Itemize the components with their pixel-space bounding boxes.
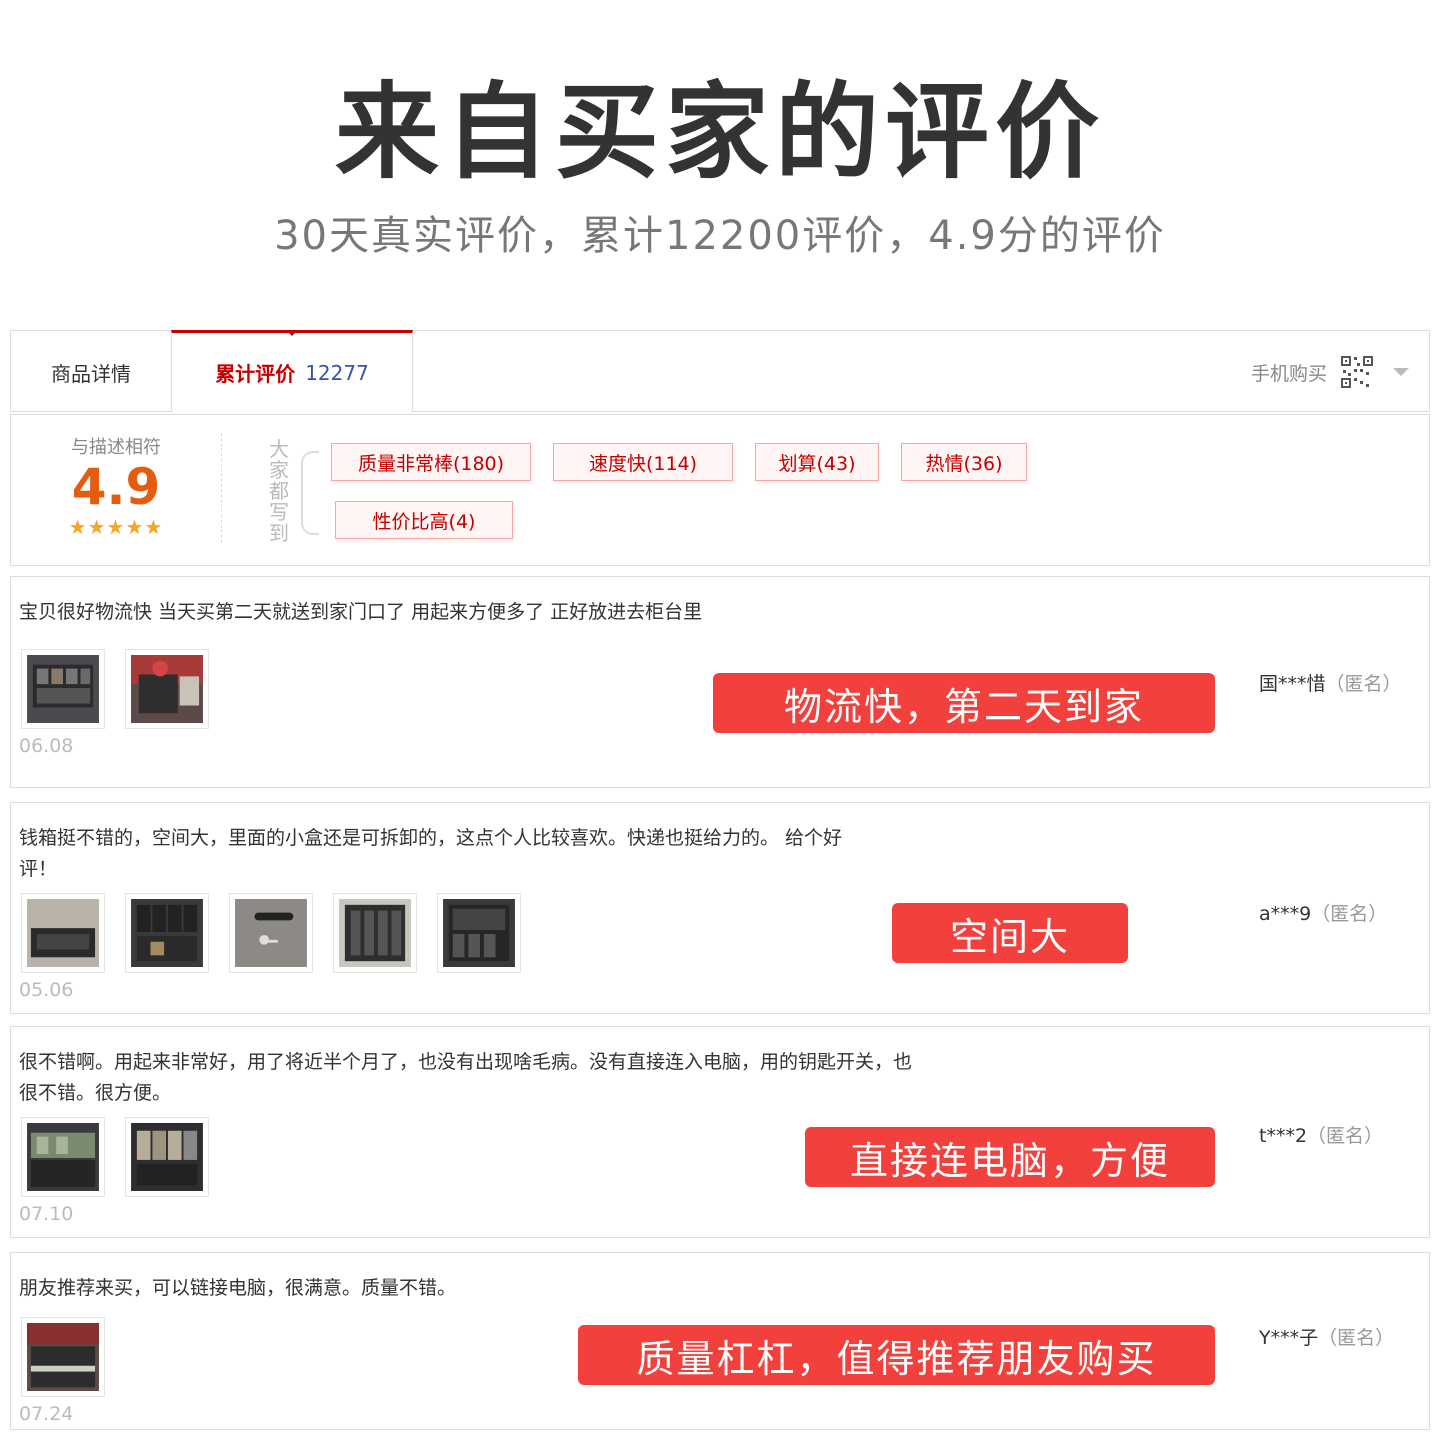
active-tab-caret-icon [286, 330, 298, 336]
review-text: 钱箱挺不错的，空间大，里面的小盒还是可拆卸的，这点个人比较喜欢。快递也挺给力的。… [19, 827, 843, 880]
review-photo[interactable] [125, 649, 209, 729]
cash-drawer-photo [131, 1123, 203, 1191]
reviewer-anonymous: （匿名） [1318, 1327, 1395, 1349]
reviewer-anonymous: （匿名） [1307, 1125, 1384, 1147]
tab-bar: 商品详情 累计评价 12277 手机购买 [10, 330, 1430, 412]
review-thumbnails [21, 649, 209, 729]
brace-decoration [301, 451, 319, 535]
review-thumbnails [21, 893, 521, 973]
review-highlight-banner: 空间大 [892, 903, 1128, 963]
tab-reviews-count: 12277 [305, 360, 369, 385]
review-highlight-banner: 直接连电脑，方便 [805, 1127, 1215, 1187]
reviewer-nickname: 国***惜 [1259, 673, 1326, 695]
cash-drawer-photo [131, 655, 203, 723]
mobile-buy-label: 手机购买 [1250, 362, 1327, 385]
cash-drawer-photo [339, 899, 411, 967]
cash-drawer-photo [27, 655, 99, 723]
rating-summary: 与描述相符 4.9 ★★★★★ 大家都写到 质量非常棒(180) 速度快(114… [10, 414, 1430, 566]
review-tag[interactable]: 性价比高(4) [335, 501, 513, 539]
review-date: 07.10 [19, 1203, 74, 1225]
review-photo[interactable] [333, 893, 417, 973]
review-item: 朋友推荐来买，可以链接电脑，很满意。质量不错。 07.24 质量杠杠，值得推荐朋… [10, 1252, 1430, 1430]
review-date: 05.06 [19, 979, 74, 1001]
review-thumbnails [21, 1117, 209, 1197]
reviewer-name: 国***惜（匿名） [1259, 669, 1402, 696]
review-item: 宝贝很好物流快 当天买第二天就送到家门口了 用起来方便多了 正好放进去柜台里 0… [10, 576, 1430, 788]
review-photo[interactable] [21, 893, 105, 973]
tags-side-label: 大家都写到 [269, 437, 289, 545]
reviewer-name: t***2（匿名） [1259, 1121, 1383, 1148]
review-highlight-banner: 物流快，第二天到家 [713, 673, 1215, 733]
reviewer-anonymous: （匿名） [1325, 673, 1402, 695]
score-box: 与描述相符 4.9 ★★★★★ [11, 433, 221, 539]
review-photo[interactable] [125, 1117, 209, 1197]
review-tag[interactable]: 速度快(114) [553, 443, 733, 481]
tab-reviews-label: 累计评价 [215, 362, 296, 386]
review-text: 很不错啊。用起来非常好，用了将近半个月了，也没有出现啥毛病。没有直接连入电脑，用… [19, 1051, 913, 1104]
qr-code-icon [1340, 355, 1374, 389]
review-item: 钱箱挺不错的，空间大，里面的小盒还是可拆卸的，这点个人比较喜欢。快递也挺给力的。… [10, 802, 1430, 1014]
chevron-down-icon[interactable] [1393, 368, 1409, 376]
review-item: 很不错啊。用起来非常好，用了将近半个月了，也没有出现啥毛病。没有直接连入电脑，用… [10, 1026, 1430, 1238]
keys-photo [235, 899, 307, 967]
review-photo[interactable] [21, 1317, 105, 1397]
tab-reviews[interactable]: 累计评价 12277 [171, 330, 413, 412]
review-tag[interactable]: 质量非常棒(180) [331, 443, 531, 481]
score-label: 与描述相符 [71, 437, 161, 458]
review-photo[interactable] [21, 649, 105, 729]
mobile-buy-button[interactable]: 手机购买 [1251, 331, 1409, 413]
review-tag[interactable]: 热情(36) [901, 443, 1027, 481]
review-tag[interactable]: 划算(43) [755, 443, 879, 481]
page-title: 来自买家的评价 [334, 71, 1105, 193]
reviewer-name: Y***子（匿名） [1259, 1323, 1394, 1350]
page-subtitle: 30天真实评价，累计12200评价，4.9分的评价 [274, 213, 1166, 259]
tab-product-detail-label: 商品详情 [51, 361, 131, 386]
tab-product-detail[interactable]: 商品详情 [11, 331, 171, 413]
cash-drawer-photo [443, 899, 515, 967]
reviewer-name: a***9（匿名） [1259, 899, 1387, 926]
cash-drawer-photo [27, 899, 99, 967]
cash-drawer-photo [131, 899, 203, 967]
reviewer-anonymous: （匿名） [1311, 903, 1388, 925]
cash-drawer-photo [27, 1123, 99, 1191]
reviewer-nickname: Y***子 [1259, 1327, 1319, 1349]
score-value: 4.9 [71, 458, 161, 516]
review-photo[interactable] [125, 893, 209, 973]
reviewer-nickname: t***2 [1259, 1125, 1308, 1147]
cash-drawer-photo [27, 1323, 99, 1391]
review-date: 07.24 [19, 1403, 74, 1425]
review-thumbnails [21, 1317, 105, 1397]
review-text: 宝贝很好物流快 当天买第二天就送到家门口了 用起来方便多了 正好放进去柜台里 [19, 601, 703, 623]
review-photo[interactable] [21, 1117, 105, 1197]
review-highlight-banner: 质量杠杠，值得推荐朋友购买 [578, 1325, 1215, 1385]
review-photo[interactable] [437, 893, 521, 973]
review-text: 朋友推荐来买，可以链接电脑，很满意。质量不错。 [19, 1277, 457, 1299]
review-date: 06.08 [19, 735, 74, 757]
summary-divider [221, 433, 222, 543]
star-rating-icon: ★★★★★ [68, 515, 164, 539]
review-photo[interactable] [229, 893, 313, 973]
reviewer-nickname: a***9 [1259, 903, 1312, 925]
